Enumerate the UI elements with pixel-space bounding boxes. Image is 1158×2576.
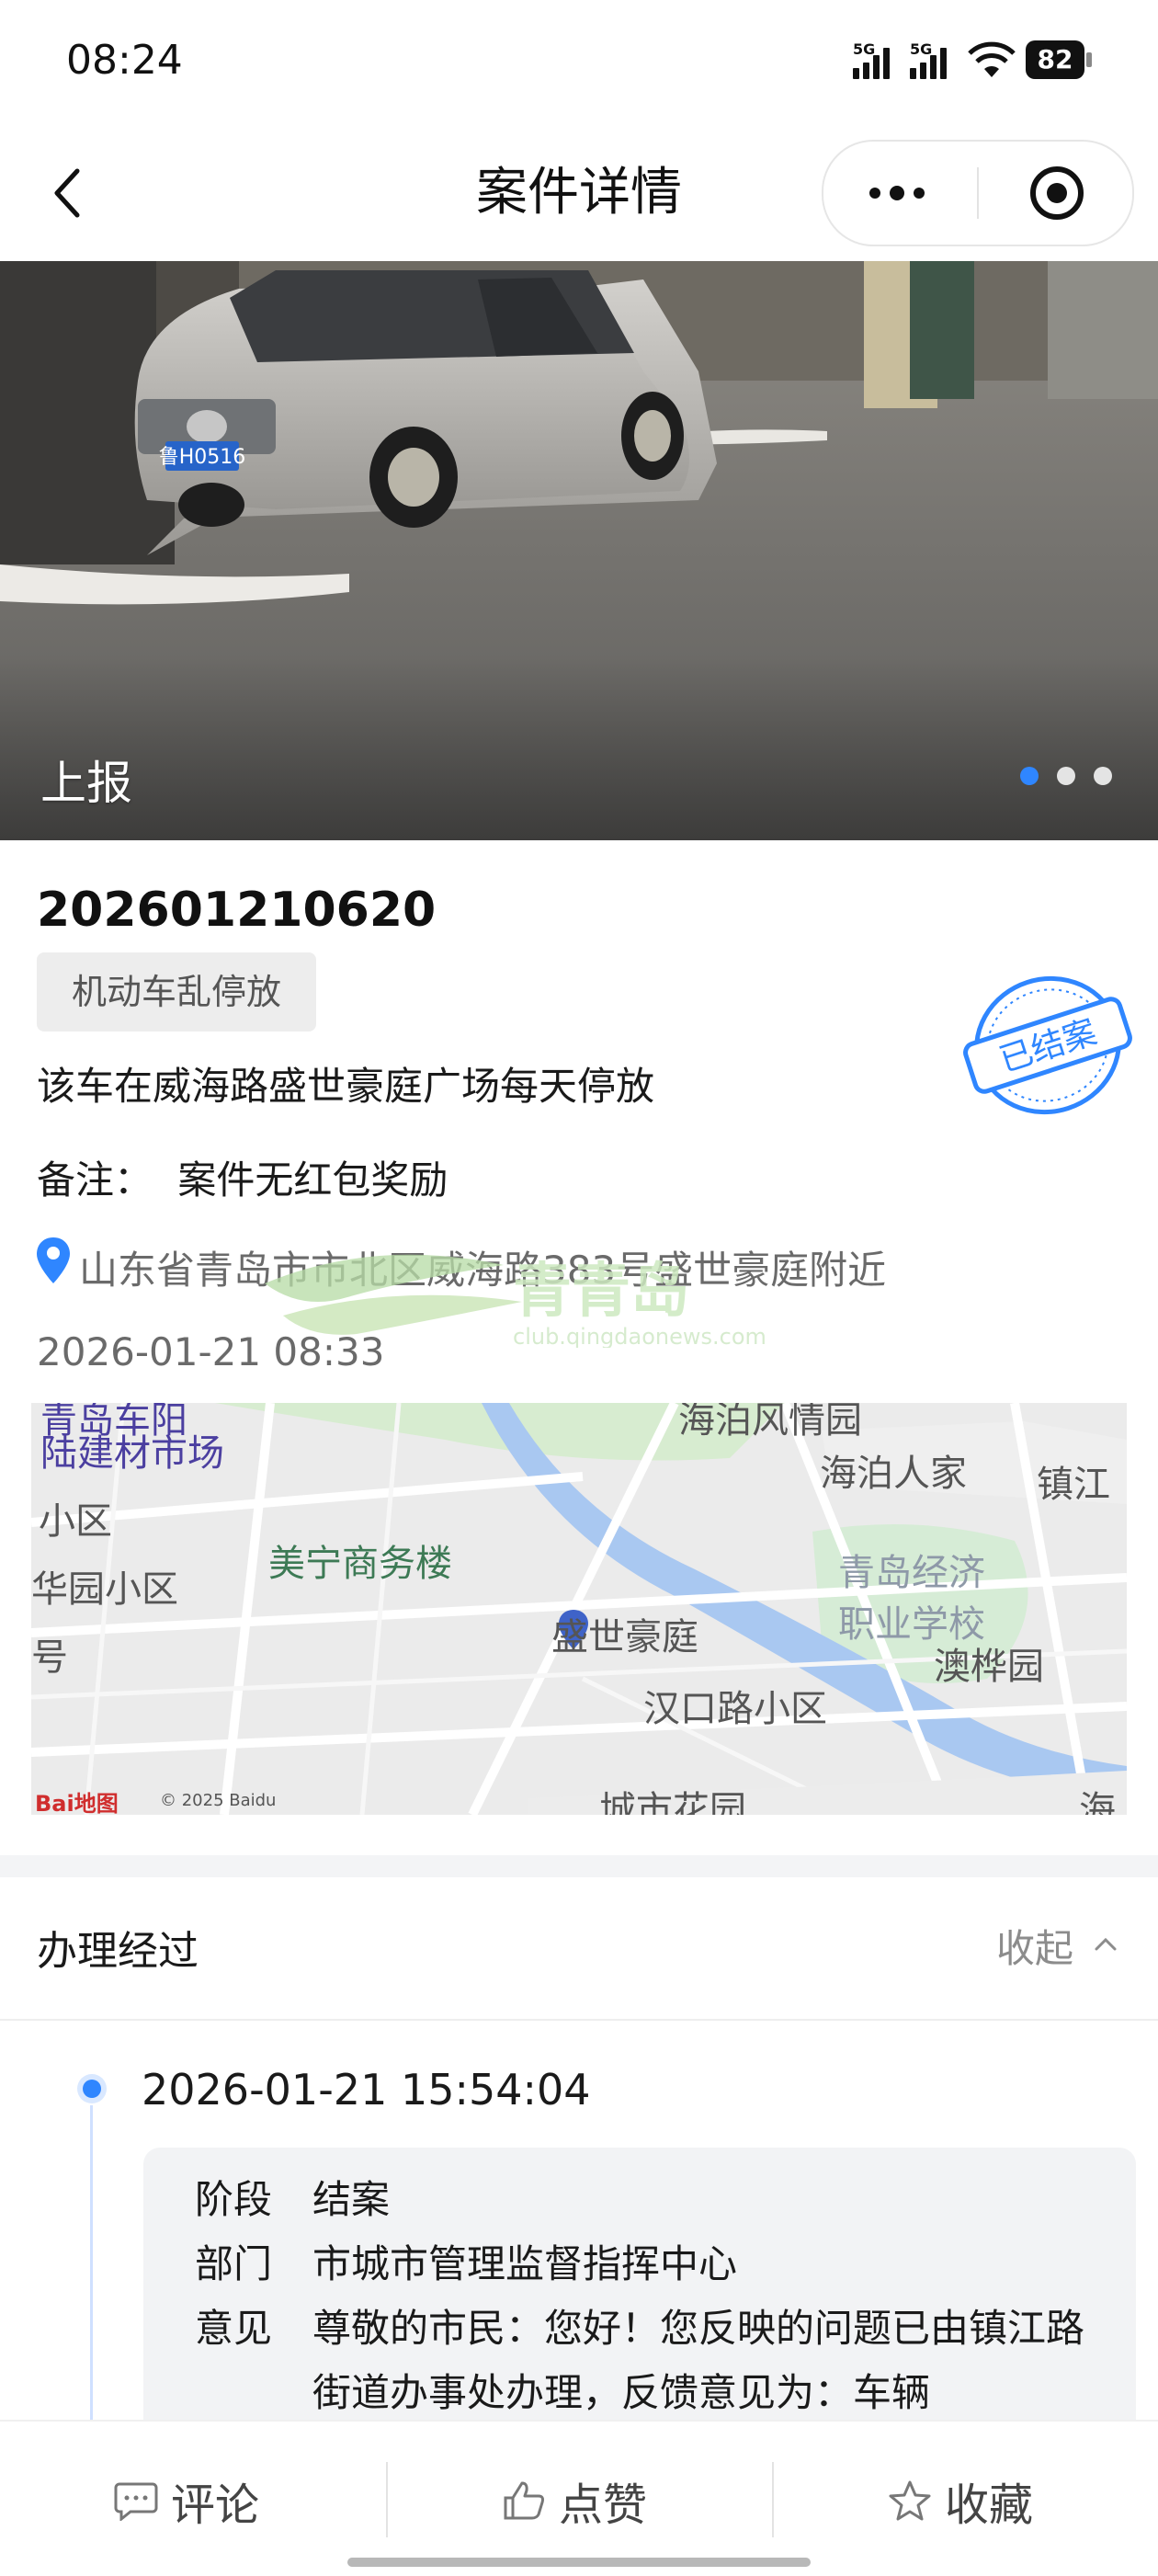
divider	[0, 2019, 1158, 2021]
dept-label: 部门	[195, 2241, 273, 2286]
opinion-row: 意见 尊敬的市民：您好！您反映的问题已由镇江路街道办事处办理，反馈意见为：车辆	[195, 2297, 1084, 2415]
favorite-button[interactable]: 收藏	[888, 2464, 1033, 2537]
map-label: 澳桦园	[934, 1646, 1044, 1688]
closed-stamp: 已结案	[963, 975, 1132, 1115]
location-pin-icon	[37, 1237, 70, 1283]
stage-label: 阶段	[195, 2177, 273, 2222]
category-tag: 机动车乱停放	[37, 952, 317, 1032]
case-description: 该车在威海路盛世豪庭广场每天停放	[37, 1064, 655, 1109]
remark-label: 备注：	[37, 1157, 153, 1203]
map-label: 城市花园	[599, 1789, 746, 1815]
stage-row: 阶段 结案	[195, 2168, 390, 2232]
opinion-value: 尊敬的市民：您好！您反映的问题已由镇江路街道办事处办理，反馈意见为：车辆	[312, 2306, 1085, 2415]
stage-value: 结案	[312, 2177, 391, 2222]
comment-label: 评论	[171, 2479, 260, 2531]
battery-icon: 82	[1026, 40, 1092, 79]
dept-row: 部门 市城市管理监督指挥中心	[195, 2232, 737, 2297]
section-divider	[0, 1855, 1158, 1877]
favorite-label: 收藏	[945, 2479, 1034, 2531]
remark-value: 案件无红包奖励	[177, 1157, 448, 1203]
chevron-up-icon[interactable]	[1094, 1934, 1118, 1953]
case-number: 202601210620	[37, 883, 437, 938]
watermark-text: 青青岛	[513, 1258, 689, 1326]
case-remark: 备注： 案件无红包奖励	[37, 1149, 448, 1205]
star-icon	[889, 2480, 931, 2521]
like-button[interactable]: 点赞	[502, 2464, 647, 2537]
map-label: 小区	[39, 1500, 112, 1543]
license-plate: 鲁H0516	[159, 446, 246, 469]
carousel-dot[interactable]	[1057, 767, 1075, 785]
baidu-map-logo: Bai地图	[35, 1791, 119, 1815]
map-label: 陆建材市场	[40, 1432, 224, 1475]
photo-carousel[interactable]: 鲁H0516	[0, 261, 1158, 840]
map-label: 号	[31, 1636, 68, 1679]
timeline-line	[90, 2105, 93, 2427]
process-section-title: 办理经过	[37, 1928, 199, 1975]
dept-value: 市城市管理监督指挥中心	[312, 2241, 738, 2286]
miniprogram-capsule	[822, 140, 1134, 246]
opinion-label: 意见	[195, 2306, 273, 2351]
map-label: 海泊风情园	[678, 1403, 862, 1442]
home-indicator[interactable]	[347, 2558, 811, 2567]
like-label: 点赞	[559, 2479, 648, 2531]
location-map[interactable]: 青岛车阳 陆建材市场 海泊风情园 海泊人家 镇江 小区 美宁商务楼 华园小区 青…	[31, 1403, 1127, 1815]
signal-icon-2: 5G	[910, 40, 956, 79]
car-photo: 鲁H0516	[0, 261, 1158, 840]
photo-stage-label: 上报	[40, 757, 132, 810]
map-label: 海	[1079, 1789, 1116, 1815]
watermark-url: club.qingdaonews.com	[513, 1324, 766, 1348]
timeline-dot-icon	[77, 2074, 107, 2103]
map-label: 镇江	[1037, 1464, 1110, 1506]
comment-button[interactable]: 评论	[114, 2464, 259, 2537]
watermark-logo: 青青岛 club.qingdaonews.com	[265, 1254, 766, 1348]
map-label: 美宁商务楼	[268, 1543, 452, 1585]
carousel-dot-active[interactable]	[1020, 767, 1039, 785]
more-icon[interactable]	[869, 175, 934, 211]
thumbs-up-icon	[504, 2481, 544, 2520]
signal-label: 5G	[853, 40, 876, 58]
map-label: 盛世豪庭	[551, 1616, 698, 1658]
status-time: 08:24	[66, 37, 183, 84]
close-target-icon[interactable]	[1027, 164, 1086, 222]
battery-level: 82	[1026, 40, 1084, 79]
map-label: 海泊人家	[820, 1453, 967, 1495]
map-copyright: © 2025 Baidu	[160, 1791, 277, 1810]
signal-label-2: 5G	[910, 40, 933, 58]
map-label: 华园小区	[31, 1568, 178, 1611]
comment-icon	[114, 2482, 158, 2521]
status-bar: 08:24 5G 5G 82	[0, 0, 1158, 129]
process-time: 2026-01-21 15:54:04	[142, 2065, 591, 2114]
wifi-icon	[968, 41, 1016, 77]
map-label: 汉口路小区	[643, 1688, 827, 1730]
signal-icon: 5G	[853, 40, 899, 79]
map-label: 青岛经济	[838, 1552, 985, 1594]
carousel-dot[interactable]	[1094, 767, 1112, 785]
collapse-button[interactable]: 收起	[996, 1918, 1073, 1974]
